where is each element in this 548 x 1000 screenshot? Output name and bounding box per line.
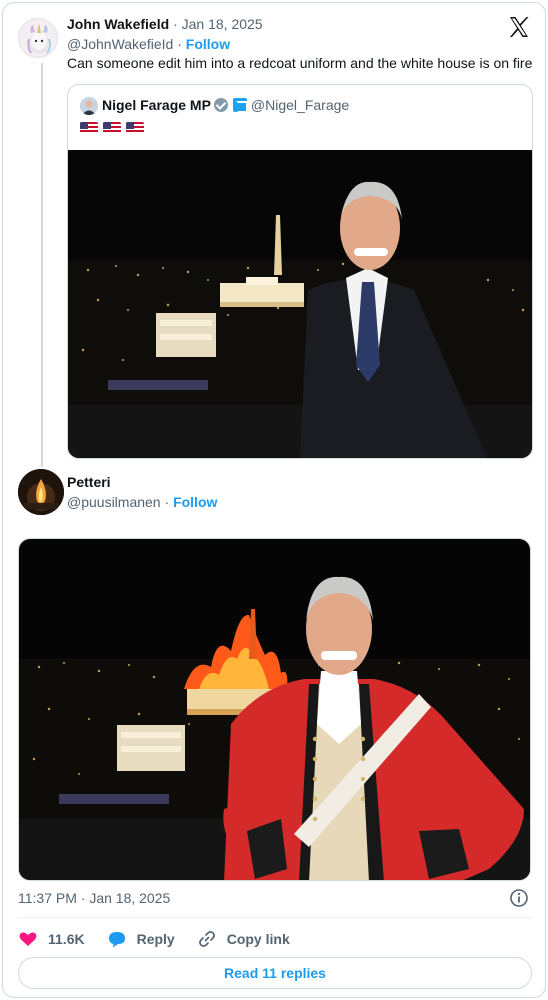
copy-link-button[interactable]: Copy link bbox=[197, 929, 290, 949]
separator-dot: · bbox=[164, 494, 170, 510]
separator-dot: · bbox=[173, 16, 178, 32]
thread-connector-line bbox=[41, 63, 43, 467]
affiliation-icon bbox=[232, 98, 248, 113]
quoted-display-name[interactable]: Nigel Farage MP bbox=[102, 97, 211, 113]
display-name[interactable]: John Wakefield bbox=[67, 16, 169, 32]
verified-badge-icon bbox=[213, 98, 228, 112]
tweet-timestamp[interactable]: 11:37 PM · Jan 18, 2025 bbox=[18, 888, 170, 908]
us-flag-icon bbox=[80, 122, 98, 134]
us-flag-icon bbox=[126, 122, 144, 134]
quoted-photo[interactable] bbox=[68, 150, 532, 458]
tweet-header: John Wakefield · Jan 18, 2025 bbox=[67, 14, 263, 34]
link-icon bbox=[198, 931, 215, 947]
info-icon[interactable] bbox=[509, 888, 529, 908]
user-handle[interactable]: @JohnWakefieId bbox=[67, 36, 173, 52]
reply-button[interactable]: Reply bbox=[107, 929, 175, 949]
separator-dot: · bbox=[177, 36, 182, 52]
tweet-photo[interactable] bbox=[18, 538, 531, 881]
reply-label: Reply bbox=[136, 931, 175, 947]
flag-emoji-row bbox=[80, 122, 144, 134]
tweet-text: Can someone edit him into a redcoat unif… bbox=[67, 55, 533, 71]
follow-button[interactable]: Follow bbox=[173, 494, 217, 510]
quoted-handle[interactable]: @Nigel_Farage bbox=[251, 97, 349, 113]
like-count: 11.6K bbox=[48, 931, 85, 947]
quoted-tweet[interactable]: Nigel Farage MP @Nigel_Farage bbox=[67, 84, 533, 459]
tweet-header: Petteri @puusilmanen · Follow bbox=[67, 472, 217, 512]
avatar[interactable] bbox=[18, 469, 64, 515]
user-handle[interactable]: @puusilmanen bbox=[67, 494, 161, 510]
tweet-date[interactable]: Jan 18, 2025 bbox=[182, 16, 263, 32]
avatar[interactable] bbox=[18, 18, 58, 58]
us-flag-icon bbox=[103, 122, 121, 134]
tweet-embed-card: John Wakefield · Jan 18, 2025 @JohnWakef… bbox=[2, 2, 546, 998]
display-name[interactable]: Petteri bbox=[67, 472, 217, 492]
tweet-actions: 11.6K Reply Copy link bbox=[18, 927, 312, 951]
quoted-header: Nigel Farage MP @Nigel_Farage bbox=[102, 95, 349, 115]
follow-button[interactable]: Follow bbox=[186, 36, 230, 52]
read-replies-button[interactable]: Read 11 replies bbox=[18, 957, 532, 989]
reply-bubble-icon bbox=[108, 932, 125, 948]
handle-row: @JohnWakefieId · Follow bbox=[67, 34, 230, 54]
divider bbox=[18, 917, 532, 918]
heart-icon bbox=[19, 932, 37, 946]
like-button[interactable]: 11.6K bbox=[18, 929, 85, 949]
quoted-avatar[interactable] bbox=[80, 97, 98, 115]
copy-link-label: Copy link bbox=[226, 931, 290, 947]
x-logo-icon[interactable] bbox=[507, 15, 531, 39]
